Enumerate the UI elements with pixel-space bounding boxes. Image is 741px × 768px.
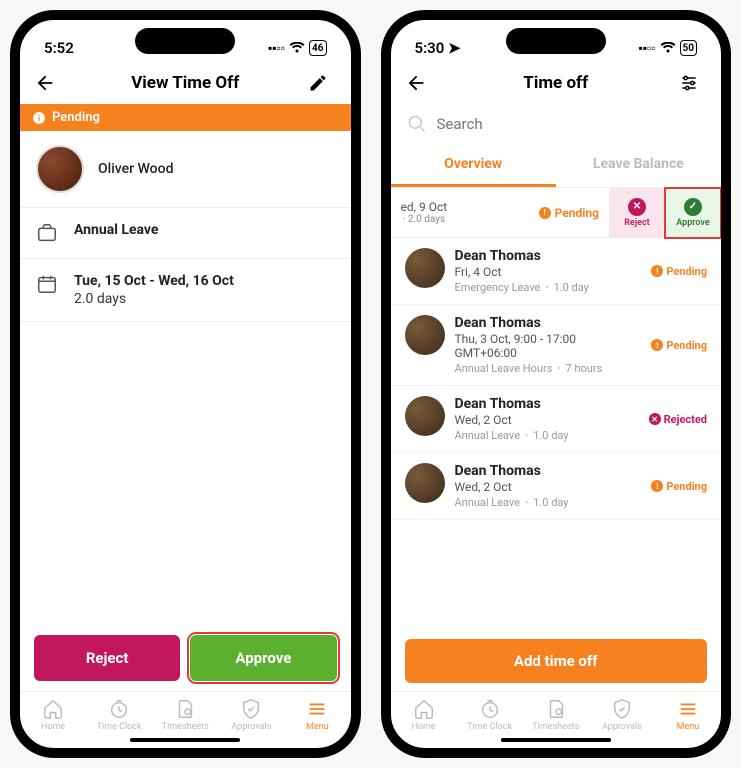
tab-bar: Home Time Clock Timesheets Approvals Men… bbox=[20, 691, 351, 734]
tab-timesheets[interactable]: Timesheets bbox=[152, 698, 218, 732]
status-icons: ▪▪▫▫ 46 bbox=[268, 40, 327, 56]
status-icon: ! bbox=[651, 265, 663, 277]
tab-menu[interactable]: Menu bbox=[284, 698, 350, 732]
tab-approvals[interactable]: Approvals bbox=[589, 698, 655, 732]
signal-icon: ▪▪▫▫ bbox=[639, 41, 656, 55]
item-name: Dean Thomas bbox=[455, 463, 642, 479]
pending-icon: ! bbox=[539, 207, 551, 219]
sub-tabs: Overview Leave Balance bbox=[391, 144, 722, 188]
swipe-row: ed, 9 Oct •2.0 days ! Pending ✕ Reject ✓… bbox=[391, 188, 722, 238]
nav-bar: View Time Off bbox=[20, 64, 351, 104]
tab-bar: Home Time Clock Timesheets Approvals Men… bbox=[391, 691, 722, 734]
item-status: !Pending bbox=[651, 315, 707, 375]
home-indicator bbox=[130, 738, 240, 742]
calendar-icon bbox=[36, 273, 60, 295]
tab-time-clock[interactable]: Time Clock bbox=[86, 698, 152, 732]
status-banner: Pending bbox=[20, 104, 351, 131]
edit-button[interactable] bbox=[308, 73, 336, 93]
search-icon bbox=[407, 114, 427, 134]
tab-approvals[interactable]: Approvals bbox=[218, 698, 284, 732]
page-title: Time off bbox=[523, 73, 588, 93]
status-icons: ▪▪▫▫ 50 bbox=[639, 40, 698, 56]
date-range-row: Tue, 15 Oct - Wed, 16 Oct 2.0 days bbox=[20, 259, 351, 321]
tab-home[interactable]: Home bbox=[20, 698, 86, 732]
status-icon: ✕ bbox=[649, 413, 661, 425]
back-button[interactable] bbox=[405, 72, 433, 94]
reject-button[interactable]: Reject bbox=[34, 635, 180, 681]
battery-icon: 46 bbox=[309, 40, 326, 56]
item-name: Dean Thomas bbox=[455, 396, 639, 412]
tab-timesheets[interactable]: Timesheets bbox=[523, 698, 589, 732]
wifi-icon bbox=[289, 42, 305, 54]
check-icon: ✓ bbox=[684, 198, 702, 216]
item-name: Dean Thomas bbox=[455, 248, 642, 264]
approve-button[interactable]: Approve bbox=[190, 635, 336, 681]
item-status: !Pending bbox=[651, 248, 707, 294]
search-input[interactable] bbox=[437, 115, 706, 133]
item-status: ✕Rejected bbox=[649, 396, 707, 442]
item-date: Thu, 3 Oct, 9:00 - 17:00 GMT+06:00 bbox=[455, 332, 642, 360]
suitcase-icon bbox=[36, 222, 60, 244]
battery-icon: 50 bbox=[680, 40, 697, 56]
leave-type: Annual Leave bbox=[74, 222, 158, 238]
item-name: Dean Thomas bbox=[455, 315, 642, 331]
leave-type-row: Annual Leave bbox=[20, 208, 351, 258]
notch bbox=[506, 28, 606, 54]
user-row: Oliver Wood bbox=[20, 131, 351, 208]
swipe-approve-button[interactable]: ✓ Approve bbox=[665, 188, 721, 238]
item-date: Fri, 4 Oct bbox=[455, 265, 642, 279]
list-item[interactable]: Dean ThomasWed, 2 Oct Annual Leave • 1.0 … bbox=[391, 386, 722, 453]
action-row: Reject Approve bbox=[20, 625, 351, 691]
nav-bar: Time off bbox=[391, 64, 722, 104]
date-range: Tue, 15 Oct - Wed, 16 Oct bbox=[74, 273, 234, 289]
tab-leave-balance[interactable]: Leave Balance bbox=[556, 144, 721, 187]
phone-time-off-list: 5:30 ➤ ▪▪▫▫ 50 Time off Overview Leave B… bbox=[381, 10, 732, 758]
list-item[interactable]: Dean ThomasFri, 4 Oct Emergency Leave • 1… bbox=[391, 238, 722, 305]
search-row[interactable] bbox=[391, 104, 722, 144]
item-date: Wed, 2 Oct bbox=[455, 413, 639, 427]
list-item[interactable]: Dean ThomasWed, 2 Oct Annual Leave • 1.0 … bbox=[391, 453, 722, 520]
swipe-reject-button[interactable]: ✕ Reject bbox=[609, 188, 665, 238]
status-icon: ! bbox=[651, 480, 663, 492]
tab-menu[interactable]: Menu bbox=[655, 698, 721, 732]
close-icon: ✕ bbox=[628, 198, 646, 216]
status-time: 5:52 bbox=[44, 39, 74, 57]
signal-icon: ▪▪▫▫ bbox=[268, 41, 285, 55]
item-meta: Emergency Leave • 1.0 day bbox=[455, 281, 642, 294]
phone-view-time-off: 5:52 ▪▪▫▫ 46 View Time Off Pending Olive… bbox=[10, 10, 361, 758]
tab-time-clock[interactable]: Time Clock bbox=[457, 698, 523, 732]
location-icon: ➤ bbox=[448, 39, 461, 57]
tab-overview[interactable]: Overview bbox=[391, 144, 556, 187]
status-icon: ! bbox=[651, 339, 663, 351]
wifi-icon bbox=[660, 42, 676, 54]
status-time: 5:30 ➤ bbox=[415, 39, 461, 57]
item-meta: Annual Leave Hours • 7 hours bbox=[455, 362, 642, 375]
info-icon bbox=[32, 111, 46, 125]
request-list: Dean ThomasFri, 4 OctEmergency Leave • 1… bbox=[391, 238, 722, 520]
add-time-off-button[interactable]: Add time off bbox=[405, 639, 708, 683]
swipe-status: ! Pending bbox=[471, 206, 610, 220]
page-title: View Time Off bbox=[131, 73, 239, 93]
filter-button[interactable] bbox=[679, 73, 707, 93]
swipe-preview-text: ed, 9 Oct •2.0 days bbox=[391, 200, 471, 225]
item-status: !Pending bbox=[651, 463, 707, 509]
item-meta: Annual Leave • 1.0 day bbox=[455, 429, 639, 442]
days: 2.0 days bbox=[74, 291, 234, 307]
avatar bbox=[405, 396, 445, 436]
item-meta: Annual Leave • 1.0 day bbox=[455, 496, 642, 509]
home-indicator bbox=[501, 738, 611, 742]
notch bbox=[135, 28, 235, 54]
back-button[interactable] bbox=[34, 72, 62, 94]
avatar bbox=[405, 315, 445, 355]
tab-home[interactable]: Home bbox=[391, 698, 457, 732]
avatar bbox=[36, 145, 84, 193]
avatar bbox=[405, 463, 445, 503]
list-item[interactable]: Dean ThomasThu, 3 Oct, 9:00 - 17:00 GMT+… bbox=[391, 305, 722, 386]
user-name: Oliver Wood bbox=[98, 161, 173, 177]
item-date: Wed, 2 Oct bbox=[455, 480, 642, 494]
avatar bbox=[405, 248, 445, 288]
